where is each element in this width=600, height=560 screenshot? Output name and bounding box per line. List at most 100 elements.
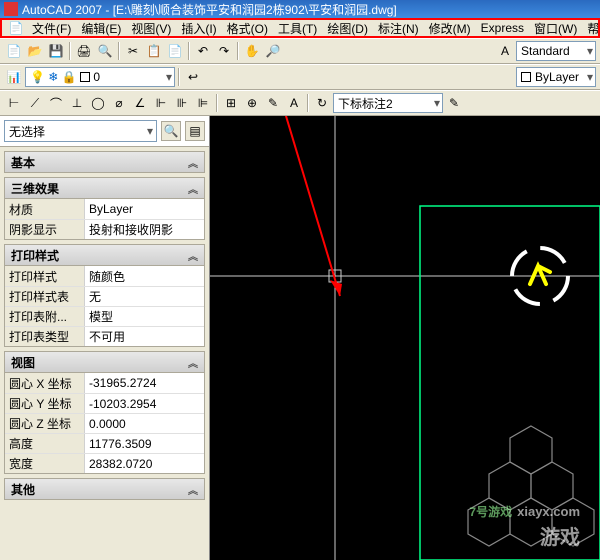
prop-value[interactable]: 无 (85, 287, 204, 306)
text-style-value: Standard (521, 44, 570, 58)
prop-row[interactable]: 圆心 Y 坐标 -10203.2954 (5, 393, 204, 413)
dim-ordinate-icon[interactable]: ⊥ (67, 93, 87, 113)
layer-prev-icon[interactable]: ↩ (183, 67, 203, 87)
section-basic[interactable]: 基本 ︽ (4, 151, 205, 173)
save-icon[interactable]: 💾 (46, 41, 66, 61)
color-dropdown[interactable]: ByLayer (516, 67, 596, 87)
menu-express[interactable]: Express (477, 20, 528, 36)
layer-dropdown[interactable]: 💡 ❄ 🔒 0 (25, 67, 175, 87)
drawing-content (210, 116, 600, 560)
redo-icon[interactable]: ↷ (214, 41, 234, 61)
preview-icon[interactable]: 🔍 (95, 41, 115, 61)
prop-row[interactable]: 打印表类型 不可用 (5, 326, 204, 346)
layer-name: 0 (93, 70, 100, 84)
new-icon[interactable]: 📄 (4, 41, 24, 61)
autocad-icon (4, 2, 18, 16)
prop-value[interactable]: -10203.2954 (85, 394, 204, 413)
print-icon[interactable]: 🖨 (74, 41, 94, 61)
prop-row[interactable]: 打印样式 随颜色 (5, 266, 204, 286)
prop-label: 宽度 (5, 454, 85, 473)
cut-icon[interactable]: ✂ (123, 41, 143, 61)
dim-style-value: 下标标注2 (338, 95, 393, 112)
copy-icon[interactable]: 📋 (144, 41, 164, 61)
menu-window[interactable]: 窗口(W) (530, 19, 581, 38)
separator (237, 42, 239, 60)
chevron-up-icon: ︽ (188, 355, 198, 370)
layer-manager-icon[interactable]: 📊 (4, 67, 24, 87)
selection-row: 无选择 🔍 ▤ (0, 116, 209, 147)
section-view[interactable]: 视图 ︽ (4, 351, 205, 373)
menu-view[interactable]: 视图(V) (127, 19, 175, 38)
drawing-canvas[interactable]: 7号游戏 xiayx.com 游戏 (210, 116, 600, 560)
prop-value[interactable]: 0.0000 (85, 414, 204, 433)
section-other[interactable]: 其他 ︽ (4, 478, 205, 500)
prop-value[interactable]: 随颜色 (85, 266, 204, 286)
prop-row[interactable]: 圆心 X 坐标 -31965.2724 (5, 373, 204, 393)
prop-value[interactable]: 28382.0720 (85, 454, 204, 473)
dim-radius-icon[interactable]: ◯ (88, 93, 108, 113)
prop-value[interactable]: 投射和接收阴影 (85, 220, 204, 239)
open-icon[interactable]: 📂 (25, 41, 45, 61)
dim-style-manager-icon[interactable]: ✎ (444, 93, 464, 113)
doc-icon: 📄 (6, 18, 26, 38)
prop-label: 打印表附... (5, 307, 85, 326)
prop-row[interactable]: 打印样式表 无 (5, 286, 204, 306)
menu-help[interactable]: 帮助(H) (583, 19, 600, 38)
pickadd-icon[interactable]: ▤ (185, 121, 205, 141)
menu-modify[interactable]: 修改(M) (425, 19, 475, 38)
dim-baseline-icon[interactable]: ⊪ (172, 93, 192, 113)
dim-continue-icon[interactable]: ⊫ (193, 93, 213, 113)
menu-format[interactable]: 格式(O) (223, 19, 272, 38)
separator (307, 94, 309, 112)
text-style-icon[interactable]: A (495, 41, 515, 61)
layers-toolbar: 📊 💡 ❄ 🔒 0 ↩ ByLayer (0, 64, 600, 90)
prop-row[interactable]: 高度 11776.3509 (5, 433, 204, 453)
prop-value[interactable]: 不可用 (85, 327, 204, 346)
menu-dim[interactable]: 标注(N) (374, 19, 423, 38)
prop-value[interactable]: 模型 (85, 307, 204, 326)
paste-icon[interactable]: 📄 (165, 41, 185, 61)
tolerance-icon[interactable]: ⊞ (221, 93, 241, 113)
menu-edit[interactable]: 编辑(E) (77, 19, 125, 38)
prop-value[interactable]: ByLayer (85, 199, 204, 219)
section-plot-table: 打印样式 随颜色 打印样式表 无 打印表附... 模型 打印表类型 不可用 (4, 266, 205, 347)
prop-label: 阴影显示 (5, 220, 85, 239)
main-area: 无选择 🔍 ▤ 基本 ︽ 三维效果 ︽ 材质 ByLayer 阴影显示 投射和接… (0, 116, 600, 560)
dim-text-edit-icon[interactable]: A (284, 93, 304, 113)
dim-linear-icon[interactable]: ⊢ (4, 93, 24, 113)
dim-quick-icon[interactable]: ⊩ (151, 93, 171, 113)
center-mark-icon[interactable]: ⊕ (242, 93, 262, 113)
prop-label: 打印样式表 (5, 287, 85, 306)
chevron-up-icon: ︽ (188, 181, 198, 196)
dim-edit-icon[interactable]: ✎ (263, 93, 283, 113)
prop-row[interactable]: 圆心 Z 坐标 0.0000 (5, 413, 204, 433)
quickselect-icon[interactable]: 🔍 (161, 121, 181, 141)
dim-style-dropdown[interactable]: 下标标注2 (333, 93, 443, 113)
prop-row[interactable]: 宽度 28382.0720 (5, 453, 204, 473)
dim-aligned-icon[interactable]: ⟋ (25, 93, 45, 113)
pan-icon[interactable]: ✋ (242, 41, 262, 61)
zoom-icon[interactable]: 🔎 (263, 41, 283, 61)
prop-value[interactable]: -31965.2724 (85, 373, 204, 393)
selection-dropdown[interactable]: 无选择 (4, 120, 157, 142)
menu-insert[interactable]: 插入(I) (177, 19, 220, 38)
text-style-dropdown[interactable]: Standard (516, 41, 596, 61)
dim-diameter-icon[interactable]: ⌀ (109, 93, 129, 113)
dim-arc-icon[interactable]: ⌒ (46, 93, 66, 113)
section-plot[interactable]: 打印样式 ︽ (4, 244, 205, 266)
dim-update-icon[interactable]: ↻ (312, 93, 332, 113)
prop-row[interactable]: 材质 ByLayer (5, 199, 204, 219)
separator (69, 42, 71, 60)
menu-tools[interactable]: 工具(T) (274, 19, 321, 38)
prop-row[interactable]: 阴影显示 投射和接收阴影 (5, 219, 204, 239)
dim-angular-icon[interactable]: ∠ (130, 93, 150, 113)
separator (216, 94, 218, 112)
prop-value[interactable]: 11776.3509 (85, 434, 204, 453)
section-view-table: 圆心 X 坐标 -31965.2724 圆心 Y 坐标 -10203.2954 … (4, 373, 205, 474)
menu-draw[interactable]: 绘图(D) (323, 19, 372, 38)
menu-bar[interactable]: 📄 文件(F) 编辑(E) 视图(V) 插入(I) 格式(O) 工具(T) 绘图… (0, 18, 600, 38)
section-3d[interactable]: 三维效果 ︽ (4, 177, 205, 199)
menu-file[interactable]: 文件(F) (28, 19, 75, 38)
prop-row[interactable]: 打印表附... 模型 (5, 306, 204, 326)
undo-icon[interactable]: ↶ (193, 41, 213, 61)
